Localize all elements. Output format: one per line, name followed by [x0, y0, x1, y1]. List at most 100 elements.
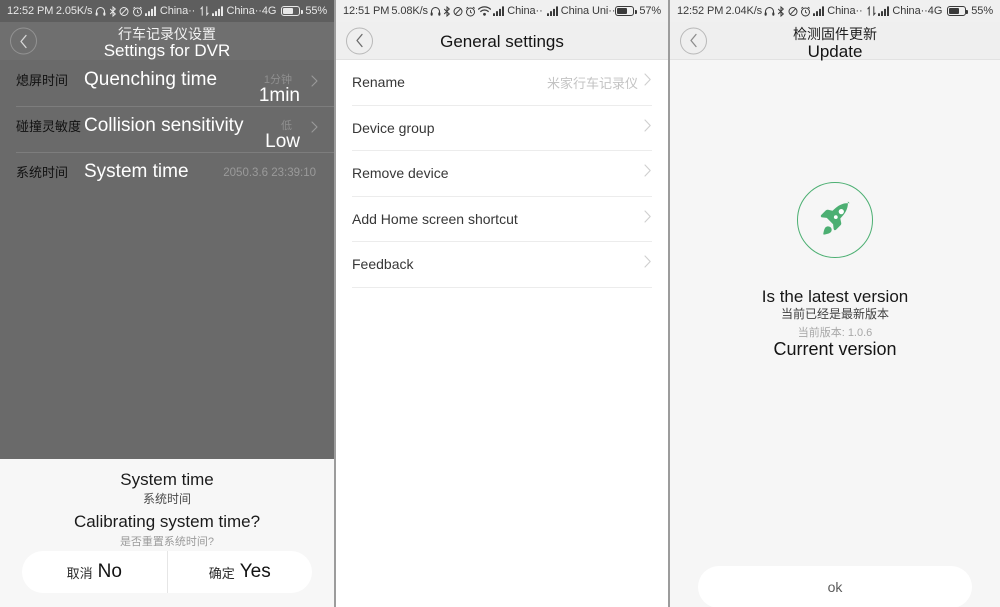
- status-carrier-1: China··: [827, 5, 863, 17]
- dialog-confirm-button[interactable]: 确定 Yes: [166, 551, 313, 593]
- chevron-right-icon: [644, 73, 652, 91]
- status-network-speed: 2.05K/s: [55, 5, 93, 17]
- status-time: 12:51 PM: [343, 5, 390, 17]
- rocket-icon: [813, 196, 857, 245]
- chevron-right-icon: [644, 210, 652, 228]
- status-network-type: 4G: [927, 5, 943, 17]
- nav-bar-panel1: 行车记录仪设置 Settings for DVR: [0, 22, 334, 60]
- signal-icon: [493, 6, 505, 16]
- row-label: Rename: [352, 74, 405, 91]
- wifi-icon: [478, 6, 492, 16]
- settings-row-rename[interactable]: Rename 米家行车记录仪: [352, 60, 652, 106]
- confirm-label-en: Yes: [239, 561, 271, 582]
- rocket-icon-circle: [797, 182, 873, 258]
- headset-icon: [764, 6, 775, 17]
- headset-icon: [430, 6, 441, 17]
- settings-row-feedback[interactable]: Feedback: [352, 242, 652, 288]
- row-label: Add Home screen shortcut: [352, 210, 518, 227]
- ok-button[interactable]: ok: [698, 566, 972, 607]
- nav-bar-panel2: General settings: [336, 22, 668, 60]
- row-value-en: Low: [265, 131, 300, 152]
- panel-general-settings: 12:51 PM 5.08K/s China·· China Uni·· 57%…: [334, 0, 668, 607]
- dialog-button-row: 取消 No 确定 Yes: [22, 551, 312, 593]
- row-label-en: Quenching time: [84, 69, 218, 90]
- settings-row-collision-sensitivity[interactable]: 碰撞灵敏度 Collision sensitivity 低 Low: [0, 106, 334, 152]
- system-time-dialog: System time 系统时间 Calibrating system time…: [0, 459, 334, 607]
- row-label-cn: 系统时间: [16, 165, 69, 180]
- update-status-title-cn: 当前已经是最新版本: [780, 307, 889, 321]
- alarm-icon: [132, 6, 143, 17]
- mute-icon: [119, 6, 129, 17]
- panel-firmware-update: 12:52 PM 2.04K/s China·· China·· 4G 55% …: [668, 0, 1000, 607]
- status-time: 12:52 PM: [7, 5, 54, 17]
- row-value-en: 1min: [258, 85, 300, 106]
- alarm-icon: [800, 6, 811, 17]
- row-label: Device group: [352, 119, 435, 136]
- cancel-label-cn: 取消: [66, 565, 93, 581]
- bluetooth-icon: [109, 5, 117, 17]
- settings-row-remove-device[interactable]: Remove device: [352, 151, 652, 197]
- row-value: 米家行车记录仪: [546, 75, 638, 91]
- data-transfer-icon: [867, 6, 876, 16]
- update-status-title-en: Is the latest version: [761, 287, 909, 306]
- dialog-message-cn: 是否重置系统时间?: [119, 536, 215, 548]
- mute-icon: [453, 6, 463, 17]
- row-label-cn: 碰撞灵敏度: [16, 119, 82, 134]
- signal-icon: [145, 6, 157, 16]
- chevron-right-icon: [644, 255, 652, 273]
- update-status-illustration: [670, 182, 1000, 258]
- data-transfer-icon: [200, 6, 210, 16]
- bluetooth-icon: [443, 5, 451, 17]
- status-carrier-2: China Uni··: [560, 5, 616, 17]
- signal-icon: [546, 6, 559, 16]
- settings-row-quenching-time[interactable]: 熄屏时间 Quenching time 1分钟 1min: [0, 60, 334, 106]
- status-carrier-2: China··: [226, 5, 262, 17]
- status-carrier-2: China··: [892, 5, 928, 17]
- alarm-icon: [465, 6, 476, 17]
- battery-icon: [615, 6, 637, 16]
- nav-bar-panel3: 检测固件更新 Update: [670, 22, 1000, 61]
- battery-percent: 55%: [971, 5, 993, 17]
- status-bar-panel1: 12:52 PM 2.05K/s China·· China·· 4G 55%: [0, 0, 334, 22]
- panel-dvr-settings: 12:52 PM 2.05K/s China·· China·· 4G 55% …: [0, 0, 334, 607]
- cancel-label-en: No: [97, 561, 122, 582]
- settings-row-device-group[interactable]: Device group: [352, 106, 652, 151]
- status-carrier-1: China··: [507, 5, 543, 17]
- chevron-right-icon: [644, 164, 652, 182]
- general-settings-list: Rename 米家行车记录仪 Device group Remove devic…: [336, 60, 668, 288]
- status-network-type: 4G: [261, 5, 277, 17]
- three-panel-screenshot: 12:52 PM 2.05K/s China·· China·· 4G 55% …: [0, 0, 1000, 607]
- current-version-en: Current version: [773, 339, 897, 359]
- settings-list-panel1: 熄屏时间 Quenching time 1分钟 1min 碰撞灵敏度 Colli…: [0, 60, 334, 198]
- page-title-en-panel3: Update: [807, 42, 863, 61]
- chevron-right-icon: [311, 120, 318, 138]
- page-title-cn-panel3: 检测固件更新: [793, 26, 877, 42]
- page-title-panel2: General settings: [440, 32, 564, 51]
- update-status-body: Is the latest version 当前已经是最新版本 当前版本: 1.…: [670, 60, 1000, 607]
- page-title-en-panel1: Settings for DVR: [103, 41, 231, 60]
- dialog-title-en: System time: [120, 470, 214, 489]
- row-label-en: Collision sensitivity: [84, 115, 244, 136]
- row-label-en: System time: [84, 161, 189, 182]
- mute-icon: [788, 6, 798, 17]
- bluetooth-icon: [777, 5, 785, 17]
- signal-icon: [878, 6, 890, 16]
- headset-icon: [95, 6, 106, 17]
- confirm-label-cn: 确定: [208, 565, 235, 581]
- dialog-cancel-button[interactable]: 取消 No: [22, 551, 167, 593]
- dialog-message-en: Calibrating system time?: [73, 512, 261, 531]
- signal-icon: [813, 6, 825, 16]
- battery-icon: [281, 6, 303, 16]
- status-network-speed: 2.04K/s: [725, 5, 763, 17]
- signal-icon: [211, 6, 224, 16]
- chevron-right-icon: [311, 74, 318, 92]
- row-label: Remove device: [352, 165, 449, 182]
- status-carrier-1: China··: [159, 5, 196, 17]
- dialog-title-cn: 系统时间: [142, 492, 191, 506]
- chevron-right-icon: [644, 119, 652, 137]
- settings-row-add-home-screen-shortcut[interactable]: Add Home screen shortcut: [352, 197, 652, 242]
- row-label: Feedback: [352, 256, 414, 273]
- settings-row-system-time[interactable]: 系统时间 System time 2050.3.6 23:39:10: [0, 152, 334, 198]
- status-network-speed: 5.08K/s: [391, 5, 428, 17]
- status-bar-panel2: 12:51 PM 5.08K/s China·· China Uni·· 57%: [336, 0, 668, 22]
